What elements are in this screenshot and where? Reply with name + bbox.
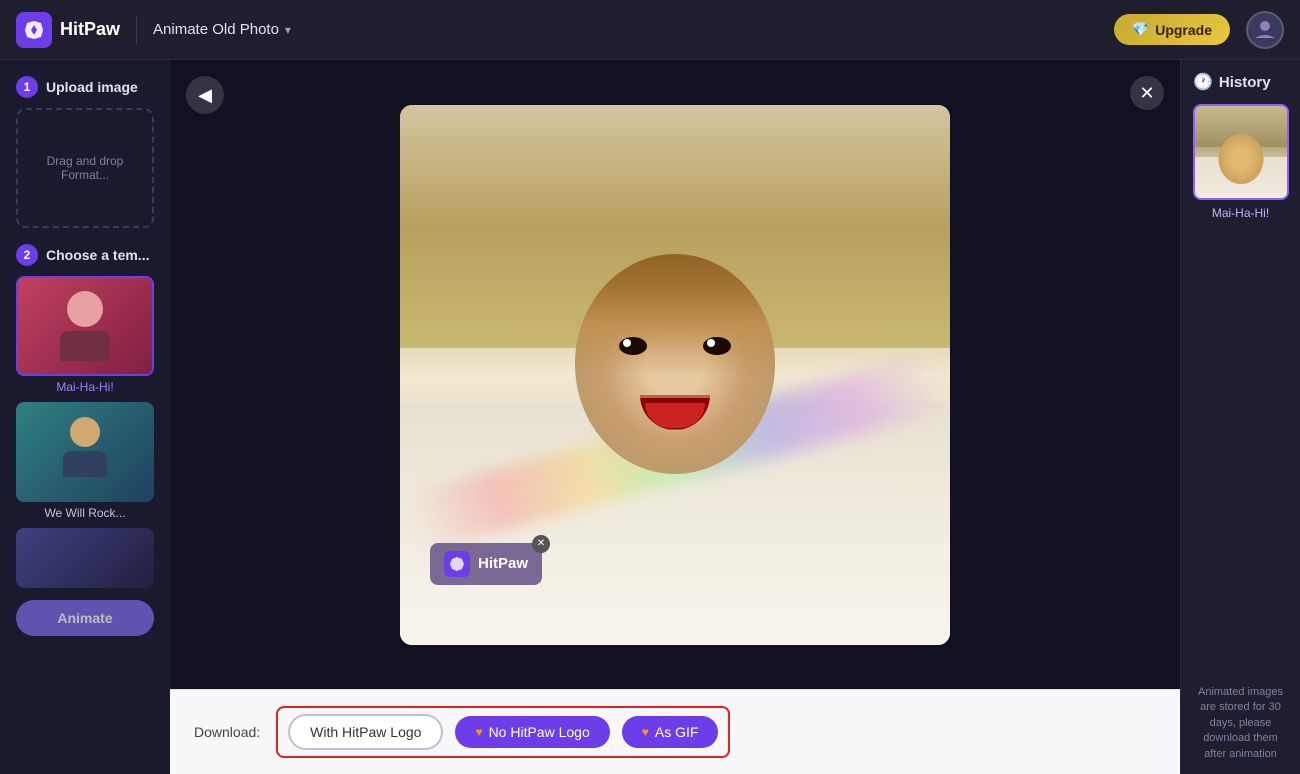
upgrade-label: Upgrade <box>1155 22 1212 38</box>
center-area: ◀ ✕ <box>170 60 1180 774</box>
template-person-1 <box>55 291 115 361</box>
modal-overlay: ◀ ✕ <box>170 60 1180 774</box>
gem-icon: 💎 <box>1132 21 1149 38</box>
template-thumbnail-2 <box>16 402 154 502</box>
template-item-3[interactable] <box>16 528 154 588</box>
feature-name: Animate Old Photo <box>153 21 279 38</box>
step1-text: Upload image <box>46 79 138 95</box>
modal-image-container: HitPaw ✕ <box>400 105 950 645</box>
download-bar: Download: With HitPaw Logo ♥ No HitPaw L… <box>170 689 1180 774</box>
modal-image-area: HitPaw ✕ <box>170 60 1180 689</box>
logo-text: HitPaw <box>60 19 120 40</box>
download-actions: With HitPaw Logo ♥ No HitPaw Logo ♥ As G… <box>276 706 730 758</box>
eye-right <box>703 337 731 355</box>
right-sidebar: 🕐 History Mai-Ha-Hi! Animated images are… <box>1180 60 1300 774</box>
main-layout: 1 Upload image Drag and drop Format... 2… <box>0 60 1300 774</box>
eye-left <box>619 337 647 355</box>
logo-area: HitPaw <box>16 12 120 48</box>
avatar[interactable] <box>1246 11 1284 49</box>
history-item-name: Mai-Ha-Hi! <box>1193 206 1288 220</box>
heart-icon: ♥ <box>475 725 482 739</box>
animated-face <box>575 254 775 474</box>
gif-heart-icon: ♥ <box>642 725 649 739</box>
face-features <box>575 254 775 474</box>
template-name-2: We Will Rock... <box>16 506 154 520</box>
watermark-logo <box>444 551 470 577</box>
hair <box>575 254 775 376</box>
feature-dropdown[interactable]: Animate Old Photo ▾ <box>153 21 291 38</box>
animate-button[interactable]: Animate <box>16 600 154 636</box>
template-head-2 <box>70 417 100 447</box>
step1-label: 1 Upload image <box>16 76 154 98</box>
mouth <box>640 395 710 430</box>
watermark-text: HitPaw <box>478 555 528 572</box>
upload-drag-text: Drag and drop <box>47 154 124 168</box>
template-thumbnail-3 <box>16 528 154 588</box>
template-item-1[interactable]: Mai-Ha-Hi! <box>16 276 154 394</box>
download-no-logo-button[interactable]: ♥ No HitPaw Logo <box>455 716 609 748</box>
template-item-2[interactable]: We Will Rock... <box>16 402 154 520</box>
template-thumbnail-1 <box>16 276 154 376</box>
gif-label: As GIF <box>655 724 699 740</box>
template-person-2 <box>55 417 115 487</box>
step2-text: Choose a tem... <box>46 247 149 263</box>
chevron-down-icon: ▾ <box>285 23 291 37</box>
nav-divider <box>136 15 137 45</box>
back-button[interactable]: ◀ <box>186 76 224 114</box>
download-label: Download: <box>194 724 260 740</box>
download-gif-button[interactable]: ♥ As GIF <box>622 716 719 748</box>
no-logo-label: No HitPaw Logo <box>489 724 590 740</box>
template-body-2 <box>63 451 107 477</box>
thumb-face <box>1219 134 1264 184</box>
top-navigation: HitPaw Animate Old Photo ▾ 💎 Upgrade <box>0 0 1300 60</box>
back-icon: ◀ <box>198 85 212 106</box>
upgrade-button[interactable]: 💎 Upgrade <box>1114 14 1230 45</box>
history-thumbnail[interactable] <box>1193 104 1289 200</box>
history-icon: 🕐 <box>1193 72 1213 92</box>
upload-format-text: Format... <box>61 168 109 182</box>
thumb-inner <box>1195 106 1287 198</box>
template-head-1 <box>67 291 103 327</box>
template-name-1: Mai-Ha-Hi! <box>16 380 154 394</box>
watermark-close-button[interactable]: ✕ <box>532 535 550 553</box>
step1-number: 1 <box>16 76 38 98</box>
watermark-close-icon: ✕ <box>537 538 545 549</box>
logo-icon <box>16 12 52 48</box>
upload-box[interactable]: Drag and drop Format... <box>16 108 154 228</box>
close-button[interactable]: ✕ <box>1130 76 1164 110</box>
close-icon: ✕ <box>1139 83 1154 104</box>
watermark: HitPaw ✕ <box>430 543 542 585</box>
history-note: Animated images are stored for 30 days, … <box>1193 685 1288 762</box>
template-grid: Mai-Ha-Hi! We Will Rock... <box>16 276 154 588</box>
left-sidebar: 1 Upload image Drag and drop Format... 2… <box>0 60 170 774</box>
modal-content: ◀ ✕ <box>170 60 1180 774</box>
history-header: 🕐 History <box>1193 72 1288 92</box>
step2-number: 2 <box>16 244 38 266</box>
template-body-1 <box>60 331 110 361</box>
animated-photo: HitPaw ✕ <box>400 105 950 645</box>
download-with-logo-button[interactable]: With HitPaw Logo <box>288 714 443 750</box>
step2-label: 2 Choose a tem... <box>16 244 154 266</box>
history-title: History <box>1219 74 1271 91</box>
